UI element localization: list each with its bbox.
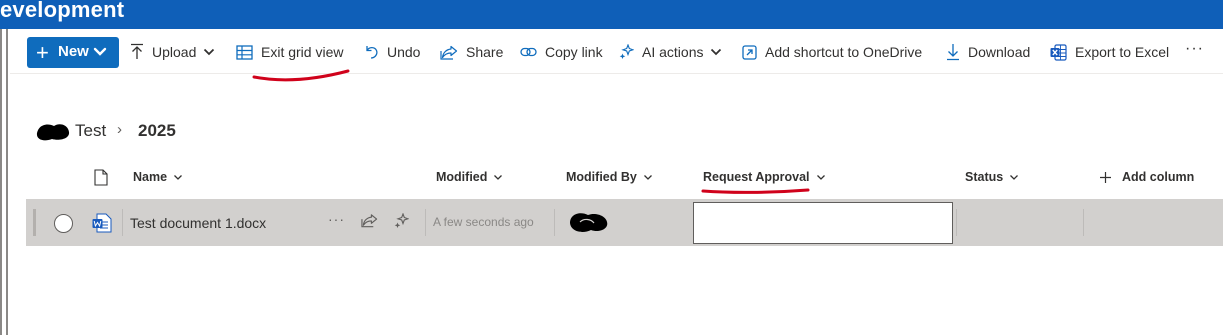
download-icon bbox=[947, 44, 959, 61]
add-shortcut-button[interactable]: Add shortcut to OneDrive bbox=[742, 34, 922, 70]
chevron-down-icon bbox=[494, 174, 503, 180]
column-header-status-label: Status bbox=[965, 170, 1004, 184]
add-column-label: Add column bbox=[1122, 170, 1195, 184]
file-type-icon[interactable] bbox=[94, 169, 108, 186]
command-bar: + New Upload Exit grid view Undo Share C… bbox=[10, 34, 1223, 74]
sparkle-icon bbox=[619, 44, 634, 59]
breadcrumb-separator-icon: › bbox=[117, 121, 122, 138]
column-header-name[interactable]: Name bbox=[133, 170, 183, 184]
cell-divider bbox=[1083, 209, 1084, 236]
column-header-modified-label: Modified bbox=[436, 170, 488, 184]
row-select-checkbox[interactable] bbox=[54, 214, 73, 233]
upload-button[interactable]: Upload bbox=[130, 34, 215, 70]
download-label: Download bbox=[968, 44, 1031, 60]
column-header-modified-by[interactable]: Modified By bbox=[566, 170, 653, 184]
column-header-request-approval[interactable]: Request Approval bbox=[703, 170, 826, 184]
cell-divider bbox=[122, 209, 123, 236]
share-icon bbox=[440, 45, 458, 60]
copy-link-button[interactable]: Copy link bbox=[520, 34, 603, 70]
redacted-scribble bbox=[36, 124, 70, 141]
plus-icon bbox=[1100, 171, 1111, 183]
chevron-down-icon bbox=[204, 48, 215, 56]
cell-divider bbox=[554, 209, 555, 236]
file-name-link[interactable]: Test document 1.docx bbox=[130, 215, 266, 231]
column-header-name-label: Name bbox=[133, 170, 168, 184]
chevron-down-icon bbox=[1010, 174, 1019, 180]
export-to-excel-label: Export to Excel bbox=[1075, 44, 1170, 60]
site-title-bar: evelopment bbox=[0, 0, 1223, 29]
column-header-modified-by-label: Modified By bbox=[566, 170, 637, 184]
breadcrumb-root[interactable]: Test bbox=[75, 121, 106, 141]
upload-label: Upload bbox=[152, 44, 197, 60]
list-header-row: Name Modified Modified By Request Approv… bbox=[26, 160, 1223, 196]
undo-label: Undo bbox=[387, 44, 421, 60]
chevron-down-icon bbox=[643, 174, 652, 180]
undo-button[interactable]: Undo bbox=[364, 34, 420, 70]
add-shortcut-label: Add shortcut to OneDrive bbox=[765, 44, 923, 60]
cell-divider bbox=[425, 209, 426, 236]
download-button[interactable]: Download bbox=[946, 34, 1030, 70]
share-button[interactable]: Share bbox=[440, 34, 503, 70]
undo-icon bbox=[366, 46, 378, 59]
breadcrumb-current: 2025 bbox=[138, 121, 176, 140]
row-more-actions-button[interactable]: ··· bbox=[328, 211, 345, 227]
chevron-down-icon bbox=[816, 174, 825, 180]
share-icon[interactable] bbox=[361, 213, 378, 228]
export-to-excel-button[interactable]: Export to Excel bbox=[1050, 34, 1169, 70]
more-commands-button[interactable]: ··· bbox=[1185, 40, 1204, 58]
exit-grid-view-label: Exit grid view bbox=[261, 44, 344, 60]
site-title: evelopment bbox=[0, 0, 125, 22]
chevron-down-icon bbox=[711, 48, 722, 56]
column-header-request-approval-label: Request Approval bbox=[703, 170, 810, 184]
cell-divider bbox=[956, 209, 957, 236]
share-label: Share bbox=[466, 44, 504, 60]
new-button[interactable]: + New bbox=[27, 37, 119, 68]
shortcut-icon bbox=[742, 44, 757, 60]
exit-grid-view-button[interactable]: Exit grid view bbox=[236, 34, 343, 70]
column-header-modified[interactable]: Modified bbox=[436, 170, 503, 184]
column-header-status[interactable]: Status bbox=[965, 170, 1019, 184]
add-column-button[interactable]: Add column bbox=[1099, 170, 1194, 184]
request-approval-cell-editor[interactable] bbox=[693, 202, 953, 244]
ai-actions-label: AI actions bbox=[642, 44, 704, 60]
sparkle-icon[interactable] bbox=[394, 213, 409, 229]
left-edge-border bbox=[0, 29, 8, 335]
new-button-label: New bbox=[58, 43, 89, 60]
chevron-down-icon bbox=[174, 174, 183, 180]
chevron-down-icon bbox=[93, 47, 107, 56]
table-row[interactable]: Test document 1.docx ··· A few seconds a… bbox=[26, 199, 1223, 246]
link-icon bbox=[520, 47, 537, 57]
row-drag-handle[interactable] bbox=[33, 209, 36, 236]
modified-value: A few seconds ago bbox=[433, 215, 534, 229]
plus-icon: + bbox=[36, 40, 49, 65]
word-doc-icon bbox=[92, 213, 112, 233]
grid-table-icon bbox=[236, 44, 253, 60]
upload-arrow-icon bbox=[131, 43, 143, 59]
redacted-scribble bbox=[570, 213, 608, 232]
copy-link-label: Copy link bbox=[545, 44, 603, 60]
ai-actions-button[interactable]: AI actions bbox=[619, 34, 722, 70]
excel-icon bbox=[1050, 43, 1067, 61]
